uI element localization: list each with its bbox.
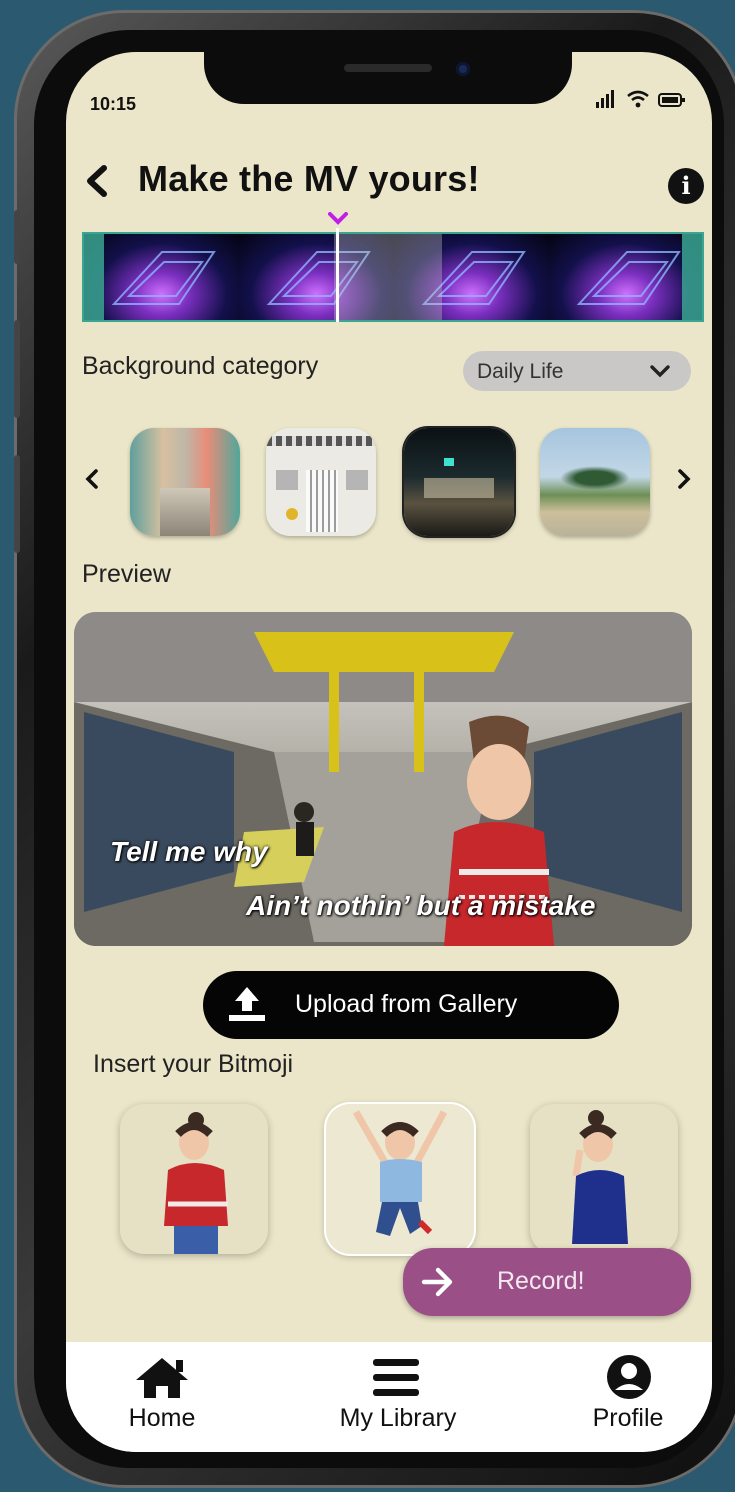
timeline-end-handle[interactable] xyxy=(682,234,702,320)
video-timeline[interactable] xyxy=(82,232,704,322)
mv-preview[interactable]: Tell me why Ain’t nothin’ but a mistake xyxy=(74,612,692,946)
thumbnail-window xyxy=(346,470,368,490)
nav-home[interactable]: Home xyxy=(92,1342,232,1452)
arrow-right-icon xyxy=(421,1267,453,1297)
back-button[interactable] xyxy=(80,164,114,198)
thumbnails-next-button[interactable] xyxy=(676,466,692,498)
chevron-left-icon xyxy=(85,469,98,489)
background-thumbnail-door[interactable] xyxy=(266,428,376,536)
upload-label: Upload from Gallery xyxy=(295,990,518,1018)
notch xyxy=(204,52,572,104)
thumbnail-road xyxy=(160,488,210,536)
thumbnail-palms xyxy=(560,466,630,490)
app-screen: 10:15 Make the MV yours! i Background ca… xyxy=(66,52,712,1452)
timeline-start-handle[interactable] xyxy=(84,234,104,320)
bitmoji-avatar xyxy=(164,1112,228,1254)
nav-my-library[interactable]: My Library xyxy=(328,1342,468,1452)
nav-profile-label: Profile xyxy=(592,1404,664,1432)
lyric-line-1: Tell me why xyxy=(110,836,268,867)
bitmoji-option-thinking[interactable] xyxy=(120,1104,268,1254)
wifi-icon xyxy=(627,90,649,108)
record-button[interactable]: Record! xyxy=(403,1248,691,1316)
bitmoji-option-jumping-selected[interactable] xyxy=(326,1104,474,1254)
bottom-nav: Home My Library Profile xyxy=(66,1342,712,1452)
signal-icon xyxy=(596,90,614,108)
chevron-right-icon xyxy=(678,469,691,489)
front-camera xyxy=(456,62,470,76)
playhead-marker-icon xyxy=(328,212,348,225)
nav-library-label: My Library xyxy=(339,1404,457,1432)
status-icons xyxy=(596,90,686,108)
upload-from-gallery-button[interactable]: Upload from Gallery xyxy=(203,971,619,1039)
thumbnail-building xyxy=(424,478,494,498)
home-icon xyxy=(136,1358,188,1398)
volume-up-button xyxy=(14,320,20,418)
menu-icon xyxy=(373,1359,419,1396)
profile-icon xyxy=(607,1355,651,1399)
thumbnail-light xyxy=(444,458,454,466)
mute-switch xyxy=(14,210,20,264)
status-time: 10:15 xyxy=(90,94,137,114)
timeline-playhead[interactable] xyxy=(336,228,339,322)
record-label: Record! xyxy=(497,1267,585,1295)
speaker xyxy=(344,64,432,72)
thumbnail-door xyxy=(306,470,338,532)
page-title: Make the MV yours! xyxy=(138,158,480,199)
bitmoji-avatar xyxy=(352,1110,448,1236)
chevron-left-icon xyxy=(87,165,107,197)
thumbnail-tiles xyxy=(266,436,376,446)
timeline-selection xyxy=(334,234,442,320)
info-button[interactable]: i xyxy=(668,168,704,204)
thumbnails-prev-button[interactable] xyxy=(84,466,100,498)
battery-icon xyxy=(658,93,685,107)
background-thumbnail-palms[interactable] xyxy=(540,428,650,536)
category-dropdown-value: Daily Life xyxy=(477,360,564,383)
nav-home-label: Home xyxy=(128,1404,196,1432)
background-thumbnail-street[interactable] xyxy=(130,428,240,536)
background-category-label: Background category xyxy=(82,352,319,380)
lyric-line-2: Ain’t nothin’ but a mistake xyxy=(246,890,596,921)
info-icon: i xyxy=(681,171,691,200)
bitmoji-option-peace[interactable] xyxy=(530,1104,678,1254)
thumbnail-flowers xyxy=(286,508,298,520)
nav-profile[interactable]: Profile xyxy=(558,1342,698,1452)
category-dropdown[interactable]: Daily Life xyxy=(463,351,691,391)
volume-down-button xyxy=(14,455,20,553)
thumbnail-window xyxy=(276,470,298,490)
insert-bitmoji-label: Insert your Bitmoji xyxy=(93,1050,294,1078)
background-thumbnail-night-selected[interactable] xyxy=(404,428,514,536)
upload-icon xyxy=(229,987,265,1021)
bitmoji-avatar xyxy=(572,1110,628,1244)
chevron-down-icon xyxy=(650,365,670,378)
preview-label: Preview xyxy=(82,560,171,588)
